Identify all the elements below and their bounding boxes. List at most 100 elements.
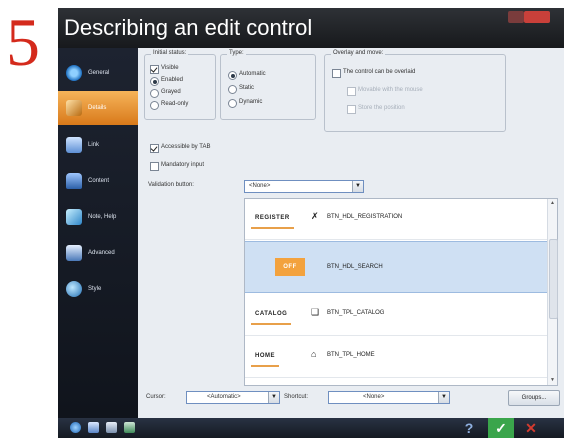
advanced-icon	[66, 245, 82, 261]
sidebar-item-link[interactable]: Link	[58, 128, 138, 162]
scroll-up-icon[interactable]: ▲	[548, 199, 557, 208]
sidebar-item-general[interactable]: General	[58, 56, 138, 90]
scroll-down-icon[interactable]: ▼	[548, 376, 557, 385]
pencil-cross-icon: ✗	[311, 211, 319, 221]
button-name: BTN_TPL_CATALOG	[327, 310, 385, 316]
overlay-group: Overlay and move: The control can be ove…	[324, 50, 506, 132]
grayed-label: Grayed	[161, 89, 181, 95]
chevron-down-icon[interactable]: ▼	[352, 181, 363, 192]
visible-checkbox[interactable]	[150, 65, 159, 74]
button-preview: REGISTER	[251, 209, 294, 229]
validation-button-label: Validation button:	[148, 182, 194, 188]
sidebar-item-label: Content	[88, 178, 110, 184]
clock-icon	[66, 65, 82, 81]
sidebar-item-label: Style	[88, 286, 102, 292]
grayed-radio[interactable]	[150, 89, 159, 98]
book-icon: ❑	[311, 307, 320, 317]
mandatory-input-label: Mandatory input	[161, 162, 205, 168]
read-only-label: Read-only	[161, 101, 189, 107]
button-preview: CATALOG	[251, 305, 292, 325]
edit-field-icon	[66, 100, 82, 116]
button-name: BTN_TPL_HOME	[327, 352, 375, 358]
automatic-label: Automatic	[239, 71, 266, 77]
bottom-bar: Cursor: <Automatic> ▼ Shortcut: <None> ▼…	[138, 386, 564, 410]
combo-value: <Automatic>	[207, 394, 241, 400]
visible-label: Visible	[161, 65, 179, 71]
group-title: Overlay and move:	[331, 50, 386, 56]
sidebar-item-label: Link	[88, 142, 100, 148]
shortcut-label: Shortcut:	[284, 394, 309, 400]
chevron-down-icon[interactable]: ▼	[268, 392, 279, 403]
enabled-radio[interactable]	[150, 77, 159, 86]
sidebar-item-advanced[interactable]: Advanced	[58, 236, 138, 270]
minimize-button[interactable]	[508, 11, 524, 23]
cursor-combo[interactable]: <Automatic> ▼	[186, 391, 280, 404]
cancel-button[interactable]: ✕	[518, 418, 544, 438]
accessible-tab-checkbox[interactable]	[150, 144, 159, 153]
help-note-icon	[66, 209, 82, 225]
shortcut-combo[interactable]: <None> ▼	[328, 391, 450, 404]
window-icon[interactable]	[88, 422, 99, 433]
group-title: Initial status:	[151, 50, 189, 56]
close-button[interactable]	[524, 11, 550, 23]
chevron-down-icon[interactable]: ▼	[438, 392, 449, 403]
store-position-label: Store the position	[358, 105, 405, 111]
sidebar-item-note-help[interactable]: Note, Help	[58, 200, 138, 234]
scroll-thumb[interactable]	[549, 239, 558, 319]
initial-status-group: Initial status: Visible Enabled Grayed R…	[144, 50, 216, 120]
mandatory-input-checkbox[interactable]	[150, 162, 159, 171]
database-icon	[66, 173, 82, 189]
step-number: 5	[6, 4, 40, 80]
accessible-tab-label: Accessible by TAB	[161, 144, 211, 150]
dialog-window: Describing an edit control General Detai…	[58, 8, 564, 438]
read-only-radio[interactable]	[150, 101, 159, 110]
help-button[interactable]: ?	[456, 418, 482, 438]
list-item[interactable]: CATALOG ❑ BTN_TPL_CATALOG	[245, 295, 547, 336]
sidebar: General Details Link Content Note, Help …	[58, 48, 138, 418]
overlaid-checkbox[interactable]	[332, 69, 341, 78]
list-item[interactable]: HOME ⌂ BTN_TPL_HOME	[245, 337, 547, 378]
store-position-checkbox[interactable]	[347, 105, 356, 114]
style-icon	[66, 281, 82, 297]
static-radio[interactable]	[228, 85, 237, 94]
validation-button-list[interactable]: REGISTER ✗ BTN_HDL_REGISTRATION OFF BTN_…	[244, 198, 558, 386]
movable-checkbox[interactable]	[347, 87, 356, 96]
button-preview: OFF	[275, 258, 305, 276]
title-bar: Describing an edit control	[58, 8, 564, 48]
dynamic-radio[interactable]	[228, 99, 237, 108]
ok-button[interactable]: ✓	[488, 418, 514, 438]
details-panel: Initial status: Visible Enabled Grayed R…	[144, 50, 558, 386]
combo-value: <None>	[363, 394, 385, 400]
sidebar-item-label: General	[88, 70, 110, 76]
dynamic-label: Dynamic	[239, 99, 263, 105]
folder-icon[interactable]	[106, 422, 117, 433]
type-group: Type: Automatic Static Dynamic	[220, 50, 316, 120]
list-scrollbar[interactable]: ▲ ▼	[547, 199, 558, 385]
grid-icon[interactable]	[124, 422, 135, 433]
list-item-selected[interactable]: OFF BTN_HDL_SEARCH	[245, 241, 547, 293]
sidebar-item-style[interactable]: Style	[58, 272, 138, 306]
window-title: Describing an edit control	[64, 15, 313, 40]
sidebar-item-content[interactable]: Content	[58, 164, 138, 198]
automatic-radio[interactable]	[228, 71, 237, 80]
sidebar-item-details[interactable]: Details	[58, 91, 138, 125]
list-item[interactable]: REGISTER ✗ BTN_HDL_REGISTRATION	[245, 199, 547, 240]
button-name: BTN_HDL_SEARCH	[327, 264, 383, 270]
sidebar-item-label: Details	[88, 105, 107, 111]
groups-button[interactable]: Groups...	[508, 390, 560, 406]
validation-button-combo[interactable]: <None> ▼	[244, 180, 364, 193]
sidebar-item-label: Advanced	[88, 250, 115, 256]
overlaid-label: The control can be overlaid	[343, 69, 416, 75]
enabled-label: Enabled	[161, 77, 184, 83]
movable-label: Movable with the mouse	[358, 87, 423, 93]
button-name: BTN_HDL_REGISTRATION	[327, 214, 403, 220]
globe-icon[interactable]	[70, 422, 81, 433]
button-preview: HOME	[251, 347, 279, 367]
cursor-label: Cursor:	[146, 394, 166, 400]
combo-value: <None>	[249, 183, 271, 189]
link-file-icon	[66, 137, 82, 153]
static-label: Static	[239, 85, 255, 91]
home-icon: ⌂	[311, 349, 317, 359]
taskbar: ? ✓ ✕	[58, 418, 564, 438]
sidebar-item-label: Note, Help	[88, 214, 117, 220]
